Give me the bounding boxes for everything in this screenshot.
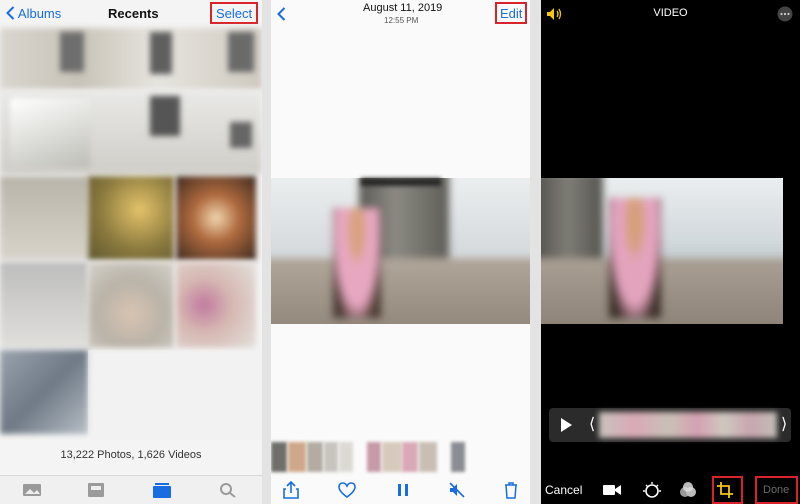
filmstrip-frame[interactable]: [367, 442, 381, 472]
preview-person: [609, 198, 661, 318]
back-chevron-icon[interactable]: [277, 7, 286, 21]
heart-icon[interactable]: [337, 480, 357, 500]
crop-highlight-box: [712, 476, 743, 504]
edit-highlight-box: [495, 2, 527, 24]
back-button[interactable]: Albums: [6, 6, 61, 21]
for-you-icon[interactable]: [86, 482, 106, 498]
filmstrip-frame[interactable]: [419, 442, 437, 472]
done-highlight-box: [755, 476, 798, 504]
viewer-navbar: August 11, 2019 12:55 PM Edit: [271, 0, 530, 28]
filters-icon[interactable]: [677, 480, 699, 500]
filmstrip-frame[interactable]: [339, 442, 353, 472]
photo-thumbnail[interactable]: [60, 32, 84, 72]
recents-tab-bar: [0, 475, 262, 504]
photo-thumbnail[interactable]: [88, 176, 174, 260]
photo-thumbnail[interactable]: [230, 122, 252, 148]
select-highlight-box: [210, 2, 258, 24]
recents-navbar: Albums Recents Select: [0, 0, 262, 28]
photo-thumbnail[interactable]: [10, 98, 90, 168]
panel-separator: [530, 0, 541, 504]
photo-thumbnail[interactable]: [88, 262, 174, 348]
editor-screen: VIDEO ⟨ ⟩ Cancel Done: [541, 0, 800, 504]
editor-title: VIDEO: [653, 7, 688, 19]
filmstrip-frame[interactable]: [288, 442, 306, 472]
photo-thumbnail[interactable]: [0, 28, 262, 90]
trim-handle-left[interactable]: ⟨: [589, 410, 595, 440]
photo-thumbnail[interactable]: [150, 96, 180, 136]
preview-ground: [541, 258, 783, 324]
filmstrip-frame[interactable]: [451, 442, 465, 472]
trim-scrubber[interactable]: ⟨ ⟩: [549, 408, 791, 442]
panel-separator: [262, 0, 271, 504]
search-icon[interactable]: [218, 482, 238, 498]
chevron-left-icon: [6, 6, 15, 20]
video-person: [333, 208, 381, 318]
filmstrip-frame-current[interactable]: [402, 442, 418, 472]
video-top-artifact: [361, 178, 441, 186]
editor-preview[interactable]: [541, 178, 783, 324]
albums-icon[interactable]: [152, 482, 172, 498]
photo-grid: [0, 28, 262, 440]
trim-frame-strip: [599, 412, 777, 438]
adjust-icon[interactable]: [641, 480, 663, 500]
photo-thumbnail[interactable]: [176, 262, 256, 348]
share-icon[interactable]: [281, 480, 301, 500]
recents-screen: Albums Recents Select 13,222 Photos, 1,6…: [0, 0, 262, 504]
trim-handle-right[interactable]: ⟩: [781, 410, 789, 440]
grid-fade: [88, 350, 262, 440]
photo-thumbnail[interactable]: [0, 262, 88, 348]
photo-thumbnail[interactable]: [0, 176, 88, 260]
filmstrip-frame[interactable]: [382, 442, 402, 472]
filmstrip-frame[interactable]: [307, 442, 323, 472]
back-label: Albums: [17, 6, 62, 21]
photo-thumbnail[interactable]: [150, 32, 172, 74]
filmstrip-frame[interactable]: [271, 442, 287, 472]
library-counts: 13,222 Photos, 1,626 Videos: [60, 449, 202, 461]
editor-bottom-bar: Cancel Done: [541, 476, 800, 504]
play-icon[interactable]: [559, 417, 573, 433]
video-camera-icon[interactable]: [601, 480, 623, 500]
more-icon[interactable]: [777, 6, 793, 22]
pause-icon[interactable]: [393, 480, 413, 500]
filmstrip[interactable]: [271, 442, 530, 472]
page-title: Recents: [108, 6, 159, 21]
trash-icon[interactable]: [501, 480, 521, 500]
viewer-date: August 11, 2019: [363, 2, 443, 14]
mute-icon[interactable]: [447, 480, 467, 500]
filmstrip-frame[interactable]: [324, 442, 338, 472]
photo-thumbnail[interactable]: [228, 32, 254, 72]
viewer-time: 12:55 PM: [384, 16, 419, 25]
viewer-screen: August 11, 2019 12:55 PM Edit: [271, 0, 530, 504]
photo-thumbnail[interactable]: [0, 350, 88, 434]
cancel-button[interactable]: Cancel: [545, 483, 582, 497]
video-ground: [271, 258, 530, 324]
photo-thumbnail[interactable]: [176, 176, 256, 260]
video-player[interactable]: [271, 178, 530, 324]
viewer-toolbar: [271, 474, 530, 504]
photos-icon[interactable]: [22, 482, 42, 498]
